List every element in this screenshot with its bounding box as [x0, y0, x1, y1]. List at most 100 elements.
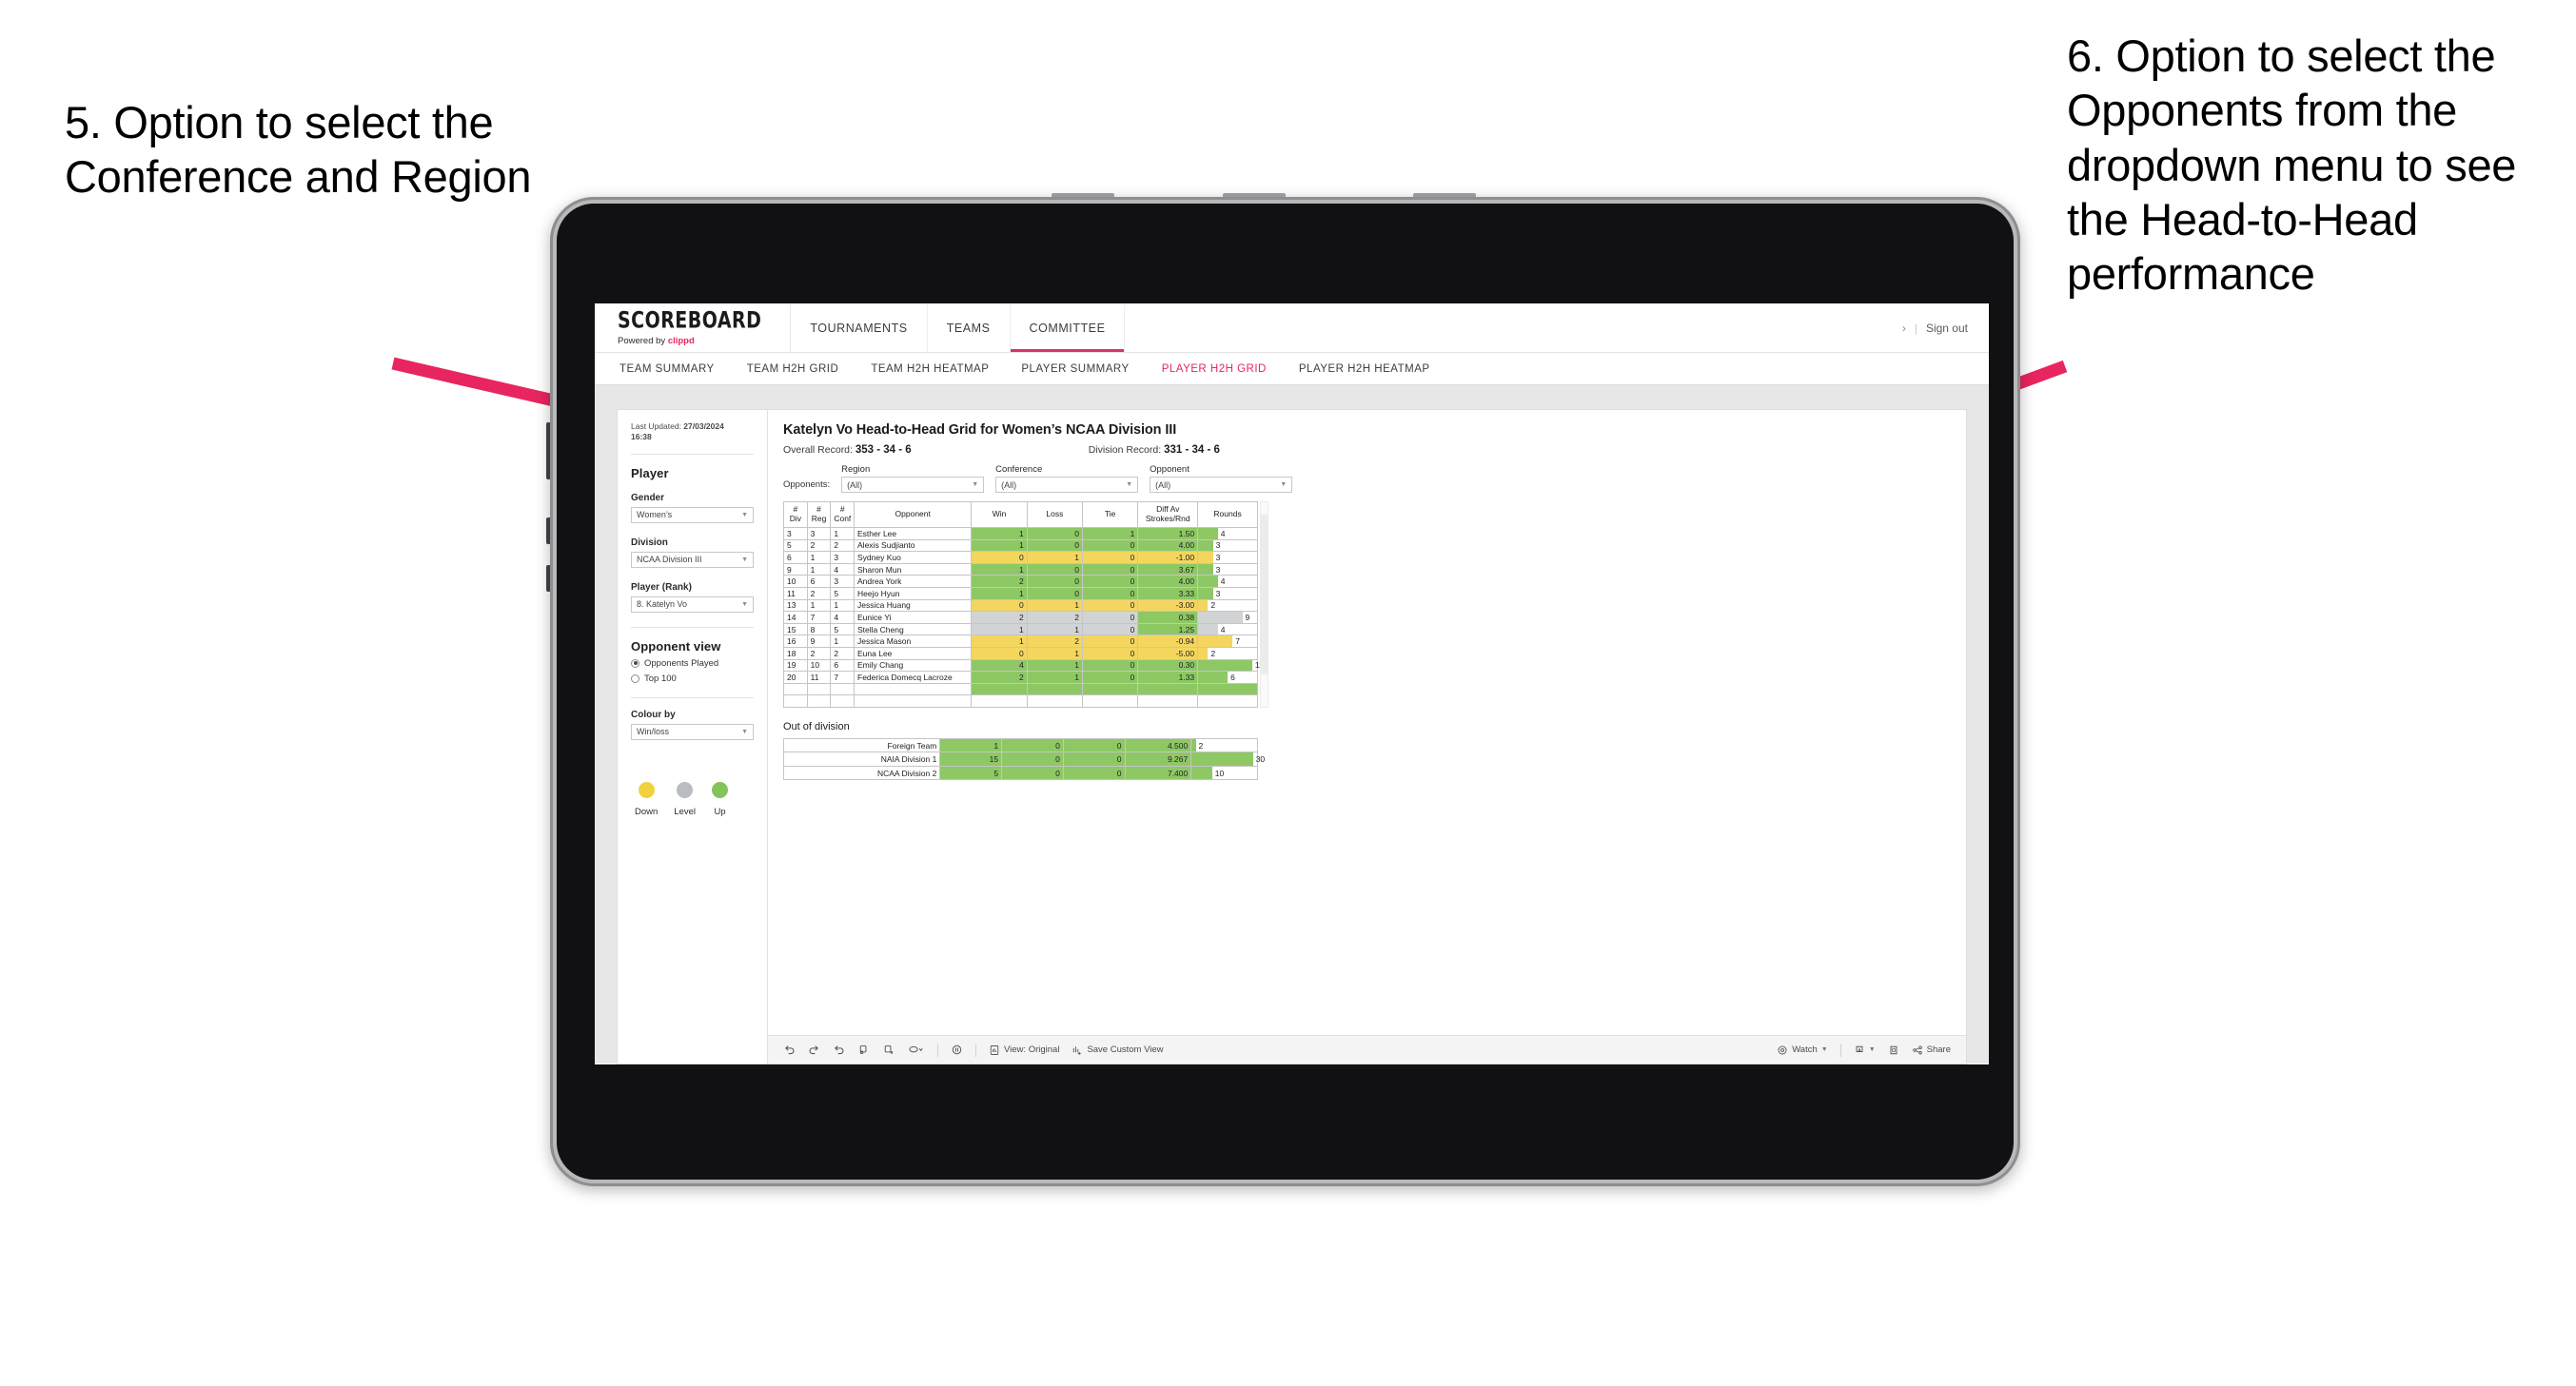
nav-tournaments[interactable]: TOURNAMENTS	[791, 303, 928, 352]
cell-clipped	[1137, 682, 1199, 696]
table-row[interactable]: 16 9 1 Jessica Mason 1 2 0 -0.94 7	[783, 634, 1258, 648]
pause-icon[interactable]	[882, 1044, 895, 1056]
last-updated-text: Last Updated: 27/03/2024 16:38	[631, 421, 724, 442]
table-row[interactable]: 10 6 3 Andrea York 2 0 0 4.00 4	[783, 575, 1258, 588]
tab-team-summary[interactable]: TEAM SUMMARY	[619, 363, 715, 375]
table-row[interactable]: 15 8 5 Stella Cheng 1 1 0 1.25 4	[783, 622, 1258, 636]
cell-win: 1	[971, 586, 1028, 600]
filter-colour-by-select[interactable]: Win/loss ▼	[631, 723, 754, 740]
radio-opponents-played[interactable]: Opponents Played	[631, 658, 754, 669]
highlight-icon[interactable]	[907, 1044, 925, 1056]
cell-loss: 0	[1026, 586, 1084, 600]
cell-reg: 10	[806, 658, 832, 673]
toolbar-divider-1	[937, 1043, 938, 1057]
save-custom-view-button[interactable]: Save Custom View	[1072, 1044, 1164, 1056]
watch-label: Watch	[1792, 1044, 1818, 1055]
col-header-win[interactable]: Win	[971, 501, 1028, 528]
cell-reg: 8	[806, 622, 832, 636]
col-header-div[interactable]: # Div	[783, 501, 808, 528]
redo-icon[interactable]	[808, 1044, 820, 1056]
tab-player-h2h-grid[interactable]: PLAYER H2H GRID	[1162, 363, 1267, 375]
cell-conf: 2	[830, 538, 855, 553]
cell-rounds-bar: 2	[1190, 737, 1258, 753]
share-label: Share	[1926, 1044, 1951, 1055]
cell-reg: 7	[806, 611, 832, 624]
table-row[interactable]: 14 7 4 Eunice Yi 2 2 0 0.38 9	[783, 611, 1258, 624]
cell-loss: 0	[1026, 575, 1084, 588]
cell-rounds-bar: 2	[1197, 646, 1258, 660]
radio-top-100[interactable]: Top 100	[631, 673, 754, 684]
filter-conference-select[interactable]: (All) ▼	[995, 477, 1139, 493]
col-header-diff-av-strokes-rnd[interactable]: Diff Av Strokes/Rnd	[1137, 501, 1199, 528]
table-row[interactable]: 11 2 5 Heejo Hyun 1 0 0 3.33 3	[783, 586, 1258, 600]
col-header-reg[interactable]: # Reg	[806, 501, 832, 528]
dashboard-canvas: Last Updated: 27/03/2024 16:38 Player Ge…	[595, 385, 1989, 1064]
col-header-opponent[interactable]: Opponent	[854, 501, 973, 528]
pause-refresh-icon[interactable]	[951, 1044, 963, 1056]
filter-opponent-select[interactable]: (All) ▼	[1150, 477, 1293, 493]
filter-gender: Gender Women’s ▼	[631, 493, 754, 523]
scoreboard-logo[interactable]: SCOREBOARD Powered by clippd	[595, 303, 792, 352]
grid-vertical-scrollbar[interactable]	[1260, 501, 1268, 708]
cell-clipped	[1197, 682, 1258, 696]
cell-diff: -5.00	[1137, 646, 1199, 660]
share-button[interactable]: Share	[1912, 1044, 1951, 1056]
cell-empty	[806, 694, 832, 708]
tablet-side-button-3	[546, 565, 551, 592]
chevron-right-icon[interactable]: ›	[1902, 322, 1906, 335]
view-original-button[interactable]: View: Original	[989, 1044, 1059, 1056]
legend-item-up: Up	[712, 781, 729, 817]
filter-division-select[interactable]: NCAA Division III ▼	[631, 551, 754, 568]
sidebar-divider-2	[631, 626, 754, 628]
filter-colour-by: Colour by Win/loss ▼	[631, 710, 754, 740]
tablet-side-button-1	[546, 422, 551, 479]
table-row[interactable]: 19106Emily Chang4100.3011	[783, 658, 1264, 673]
cell-loss: 1	[1026, 622, 1084, 636]
chevron-down-icon: ▼	[972, 481, 979, 488]
scrollbar-thumb[interactable]	[1261, 514, 1268, 674]
nav-teams[interactable]: TEAMS	[928, 303, 1011, 352]
tab-player-h2h-heatmap[interactable]: PLAYER H2H HEATMAP	[1299, 363, 1430, 375]
out-of-division-row[interactable]: NCAA Division 2 5 0 0 7.400 10	[782, 765, 1258, 781]
cell-conf: 6	[830, 658, 855, 673]
tab-team-h2h-heatmap[interactable]: TEAM H2H HEATMAP	[871, 363, 989, 375]
col-header-tie[interactable]: Tie	[1082, 501, 1139, 528]
cell-rounds-bar: 2	[1197, 598, 1258, 613]
fullscreen-button[interactable]	[1888, 1044, 1899, 1056]
col-header-loss[interactable]: Loss	[1026, 501, 1084, 528]
sidebar-divider-3	[631, 696, 754, 698]
download-button[interactable]: ▼	[1854, 1044, 1876, 1056]
refresh-icon[interactable]	[857, 1044, 870, 1056]
table-row[interactable]: 6 1 3 Sydney Kuo 0 1 0 -1.00 3	[783, 551, 1258, 564]
app-header: SCOREBOARD Powered by clippd TOURNAMENTS…	[595, 303, 1989, 353]
table-row[interactable]: 3 3 1 Esther Lee 1 0 1 1.50 4	[783, 527, 1258, 540]
tab-player-summary[interactable]: PLAYER SUMMARY	[1021, 363, 1129, 375]
col-header-rounds[interactable]: Rounds	[1197, 501, 1258, 528]
filter-gender-select[interactable]: Women’s ▼	[631, 506, 754, 523]
cell-loss: 0	[1001, 737, 1064, 753]
cell-tie: 0	[1062, 737, 1126, 753]
watch-button[interactable]: Watch ▼	[1777, 1044, 1828, 1056]
sign-out-link[interactable]: Sign out	[1926, 322, 1968, 335]
cell-conf: 1	[830, 634, 855, 648]
view-original-label: View: Original	[1004, 1044, 1060, 1055]
cell-diff: 4.00	[1137, 538, 1199, 553]
table-row[interactable]: 13 1 1 Jessica Huang 0 1 0 -3.00 2	[783, 598, 1258, 613]
table-row[interactable]: 5 2 2 Alexis Sudjianto 1 0 0 4.00 3	[783, 538, 1258, 553]
filter-player-rank-select[interactable]: 8. Katelyn Vo ▼	[631, 595, 754, 613]
filter-region-select[interactable]: (All) ▼	[841, 477, 985, 493]
tab-team-h2h-grid[interactable]: TEAM H2H GRID	[747, 363, 839, 375]
revert-icon[interactable]	[833, 1044, 845, 1056]
opponent-view-heading: Opponent view	[631, 638, 721, 654]
table-row[interactable]: 9 1 4 Sharon Mun 1 0 0 3.67 3	[783, 562, 1258, 576]
table-row[interactable]: 20 11 7 Federica Domecq Lacroze 2 1 0 1.33 6	[783, 671, 1258, 684]
nav-committee[interactable]: COMMITTEE	[1010, 303, 1126, 352]
out-of-division-row[interactable]: NAIA Division 1 15 0 0 9.267 30	[782, 752, 1265, 767]
col-header-conf[interactable]: # Conf	[830, 501, 855, 528]
filter-region-label: Region	[841, 464, 871, 475]
table-row[interactable]: 18 2 2 Euna Lee 0 1 0 -5.00 2	[783, 646, 1258, 660]
cell-clipped	[783, 682, 808, 696]
cell-reg: 11	[806, 671, 832, 684]
undo-icon[interactable]	[783, 1044, 796, 1056]
out-of-division-row[interactable]: Foreign Team 1 0 0 4.500 2	[782, 737, 1258, 753]
